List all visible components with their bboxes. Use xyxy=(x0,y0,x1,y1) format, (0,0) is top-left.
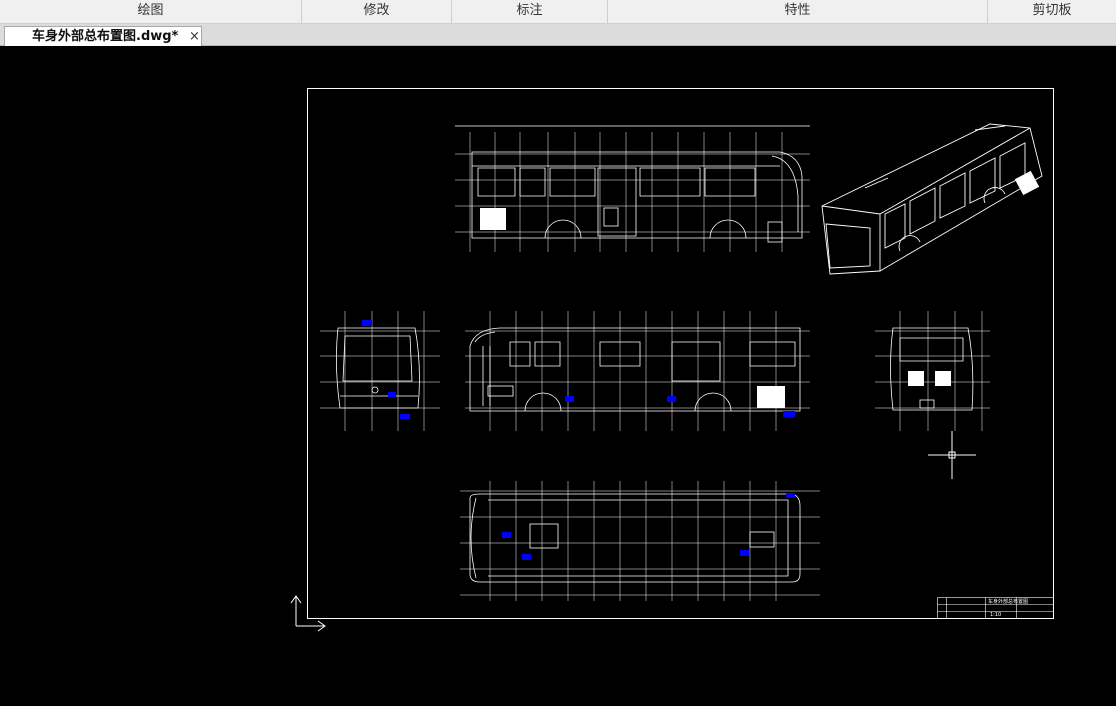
top-view xyxy=(460,481,820,601)
drawing-canvas[interactable]: 车身外部总布置图 1:10 xyxy=(0,46,1116,706)
side-view-left xyxy=(455,125,810,252)
front-view xyxy=(320,311,440,431)
ribbon-group-properties[interactable]: 特性 xyxy=(608,0,988,23)
rear-view xyxy=(875,311,990,431)
ribbon-group-clipboard[interactable]: 剪切板 xyxy=(988,0,1116,23)
document-tab-bar: 车身外部总布置图.dwg* × xyxy=(0,24,1116,46)
ribbon: 绘图 修改 标注 特性 剪切板 xyxy=(0,0,1116,24)
perspective-view xyxy=(821,123,1043,275)
side-view-right xyxy=(465,311,810,431)
close-icon[interactable]: × xyxy=(189,29,200,45)
document-tab[interactable]: 车身外部总布置图.dwg* × xyxy=(4,26,202,46)
title-block-drawing-name: 车身外部总布置图 xyxy=(988,599,1029,605)
ribbon-group-annotate[interactable]: 标注 xyxy=(452,0,608,23)
ribbon-group-modify[interactable]: 修改 xyxy=(302,0,452,23)
crosshair-cursor-icon xyxy=(928,431,976,479)
cad-drawing xyxy=(290,88,1054,632)
ribbon-group-draw[interactable]: 绘图 xyxy=(0,0,302,23)
document-tab-title: 车身外部总布置图.dwg* xyxy=(32,29,179,44)
title-block-scale: 1:10 xyxy=(990,612,1002,618)
